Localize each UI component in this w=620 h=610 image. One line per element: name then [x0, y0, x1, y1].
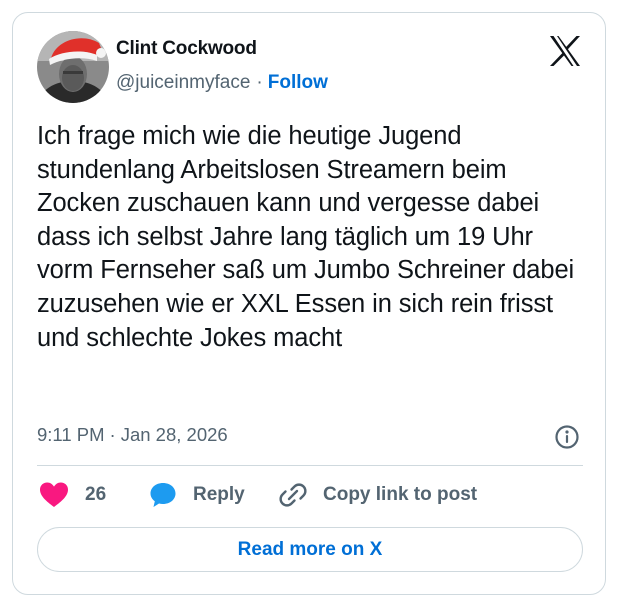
- tweet-text: Ich frage mich wie die heutige Jugend st…: [37, 122, 575, 352]
- like-count: 26: [85, 484, 107, 505]
- tweet-card: Clint Cockwood @juiceinmyface · Follow Ich…: [12, 12, 606, 595]
- link-icon: [279, 483, 307, 507]
- copy-link-label: Copy link to post: [323, 484, 478, 505]
- tweet-date: Jan 28, 2026: [120, 424, 228, 445]
- reply-button[interactable]: Reply: [149, 479, 245, 511]
- divider: [37, 465, 583, 466]
- author-display-name[interactable]: Clint Cockwood: [116, 38, 257, 60]
- reply-label: Reply: [193, 484, 245, 505]
- follow-button[interactable]: Follow: [268, 72, 328, 93]
- copy-link-button[interactable]: Copy link to post: [279, 479, 477, 511]
- like-button[interactable]: 26: [39, 479, 106, 511]
- heart-icon: [40, 482, 68, 507]
- avatar[interactable]: [37, 31, 109, 103]
- avatar-image: [37, 31, 109, 103]
- read-more-button[interactable]: Read more on X: [37, 527, 583, 572]
- timestamp-separator: ·: [109, 424, 116, 445]
- handle-separator: ·: [256, 72, 263, 93]
- tweet-time: 9:11 PM: [37, 424, 105, 445]
- info-icon[interactable]: [554, 424, 580, 450]
- speech-bubble-icon: [150, 483, 176, 507]
- author-handle-row: @juiceinmyface · Follow: [116, 72, 328, 94]
- x-logo-icon[interactable]: [548, 35, 582, 67]
- author-handle[interactable]: @juiceinmyface: [116, 72, 250, 93]
- tweet-timestamp[interactable]: 9:11 PM · Jan 28, 2026: [37, 424, 228, 446]
